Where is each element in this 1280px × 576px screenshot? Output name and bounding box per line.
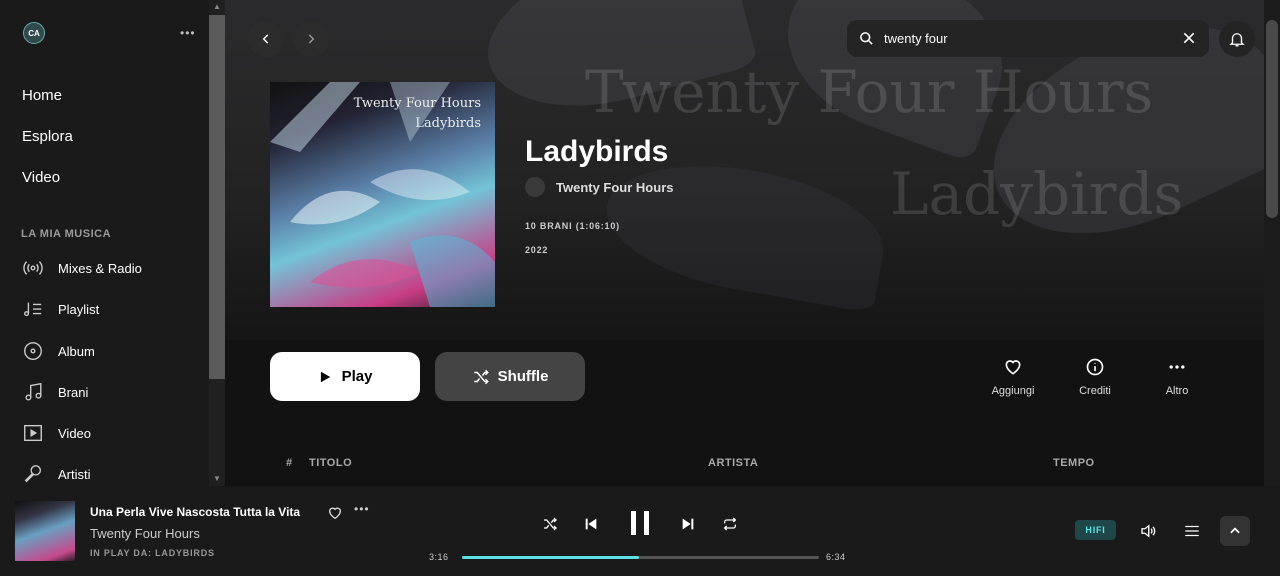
close-icon[interactable] [1181, 30, 1197, 46]
chevron-left-icon [262, 34, 269, 44]
hero-ghost-title: Twenty Four Hours [585, 58, 1154, 126]
play-button[interactable]: Play [270, 352, 420, 401]
now-playing-title[interactable]: Una Perla Vive Nascosta Tutta la Vita [90, 505, 300, 519]
add-to-collection-button[interactable]: Aggiungi [978, 357, 1048, 397]
album-cover-text: Twenty Four Hours Ladybirds [353, 96, 481, 131]
section-label-my-music: LA MIA MUSICA [21, 228, 112, 240]
sidebar-item-album[interactable]: Album [22, 339, 95, 363]
column-header-number: # [286, 457, 293, 469]
sidebar-item-label: Album [58, 343, 95, 359]
nav-home[interactable]: Home [22, 87, 62, 104]
scroll-down-icon[interactable]: ▼ [213, 474, 221, 483]
now-playing-cover[interactable] [15, 501, 75, 561]
shuffle-icon [544, 517, 557, 531]
column-header-artist[interactable]: ARTISTA [708, 457, 758, 469]
album-cover: Twenty Four Hours Ladybirds [270, 82, 495, 307]
sidebar-item-label: Playlist [58, 301, 100, 317]
album-title: Ladybirds [525, 135, 669, 168]
elapsed-time: 3:16 [429, 552, 449, 562]
hero-ghost-subtitle: Ladybirds [890, 160, 1184, 228]
main-scrollbar[interactable] [1264, 0, 1280, 486]
sidebar-item-label: Artisti [58, 466, 91, 482]
bell-icon [1229, 33, 1245, 47]
expand-player-button[interactable] [1220, 516, 1250, 546]
sidebar-scrollbar-thumb[interactable] [209, 15, 225, 379]
forward-button[interactable] [293, 21, 329, 57]
credits-button[interactable]: Crediti [1060, 357, 1130, 397]
heart-icon [1005, 360, 1021, 375]
chevron-up-icon [1230, 527, 1240, 534]
repeat-toggle[interactable] [720, 514, 740, 534]
repeat-icon [723, 517, 737, 531]
volume-icon[interactable] [1138, 522, 1158, 540]
sidebar-item-mixes-radio[interactable]: Mixes & Radio [22, 256, 142, 280]
sidebar-item-label: Video [58, 425, 92, 441]
now-playing-artist[interactable]: Twenty Four Hours [90, 526, 200, 541]
column-header-title[interactable]: TITOLO [309, 457, 352, 469]
sidebar-item-playlist[interactable]: Playlist [22, 297, 99, 321]
nav-explore[interactable]: Esplora [22, 128, 73, 145]
sidebar-scrollbar[interactable]: ▲ ▼ [209, 0, 225, 486]
queue-icon[interactable] [1182, 522, 1202, 540]
column-header-time[interactable]: TEMPO [1053, 457, 1095, 469]
sidebar: CA ••• Home Esplora Video LA MIA MUSICA … [0, 0, 225, 486]
progress-bar[interactable] [462, 556, 819, 559]
scroll-up-icon[interactable]: ▲ [213, 2, 221, 11]
sidebar-item-label: Brani [58, 384, 89, 400]
total-duration: 6:34 [826, 552, 846, 562]
sidebar-item-video[interactable]: Video [22, 421, 91, 445]
info-icon [1086, 358, 1104, 376]
music-note-icon [25, 382, 42, 401]
radio-icon [23, 261, 43, 275]
microphone-icon [24, 465, 42, 483]
sidebar-more-icon[interactable]: ••• [180, 26, 196, 40]
album-artist[interactable]: Twenty Four Hours [525, 177, 673, 197]
artist-avatar[interactable] [525, 177, 545, 197]
skip-forward-icon [682, 518, 694, 530]
album-track-info: 10 BRANI (1:06:10) [525, 221, 620, 231]
next-track-button[interactable] [678, 514, 698, 534]
quality-badge[interactable]: HIFI [1075, 520, 1116, 540]
previous-track-button[interactable] [581, 514, 601, 534]
playlist-icon [24, 302, 42, 317]
pause-icon [631, 511, 649, 535]
back-button[interactable] [248, 21, 284, 57]
pause-button[interactable] [626, 508, 654, 538]
search-input[interactable] [884, 31, 1174, 46]
video-icon [24, 424, 42, 442]
main-content: Twenty Four Hours Ladybirds Twenty Four … [225, 0, 1264, 486]
sidebar-item-tracks[interactable]: Brani [22, 380, 88, 404]
heart-icon[interactable] [327, 505, 343, 521]
search-icon [860, 32, 873, 45]
more-horizontal-icon [1169, 365, 1185, 369]
skip-back-icon [585, 518, 597, 530]
play-icon [320, 371, 330, 382]
shuffle-toggle[interactable] [540, 514, 560, 534]
more-horizontal-icon[interactable]: ••• [354, 502, 370, 516]
sidebar-item-label: Mixes & Radio [58, 260, 142, 276]
sidebar-item-artists[interactable]: Artisti [22, 462, 91, 486]
more-options-button[interactable]: Altro [1142, 357, 1212, 397]
album-year: 2022 [525, 245, 549, 255]
chevron-right-icon [308, 34, 315, 44]
main-scrollbar-thumb[interactable] [1266, 20, 1278, 218]
nav-video[interactable]: Video [22, 169, 60, 186]
artist-name[interactable]: Twenty Four Hours [556, 180, 673, 195]
user-avatar[interactable]: CA [23, 22, 45, 44]
search-bar [847, 20, 1209, 57]
shuffle-button[interactable]: Shuffle [435, 352, 585, 401]
playing-from-label[interactable]: IN PLAY DA: LADYBIRDS [90, 548, 215, 558]
album-icon [24, 342, 42, 360]
progress-bar-fill [462, 556, 640, 559]
notifications-button[interactable] [1219, 21, 1255, 57]
now-playing-bar: Una Perla Vive Nascosta Tutta la Vita ••… [0, 486, 1280, 576]
shuffle-icon [473, 369, 489, 384]
